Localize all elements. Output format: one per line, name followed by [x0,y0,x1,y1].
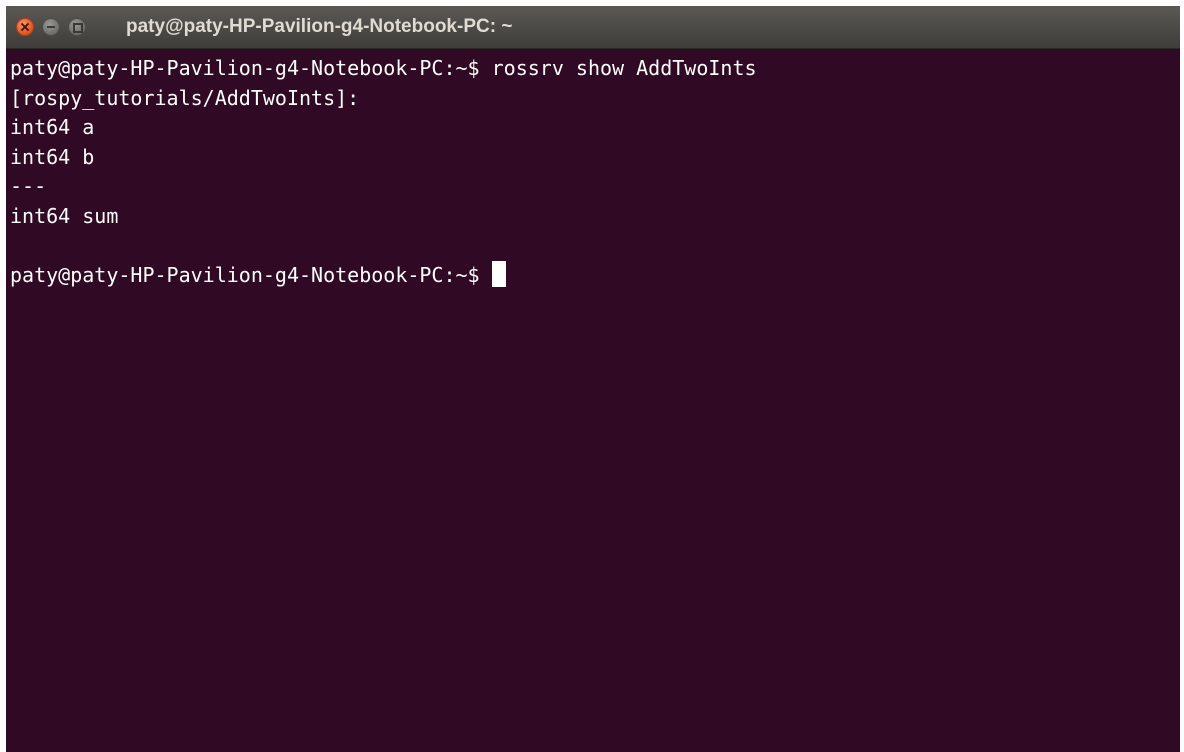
shell-prompt: paty@paty-HP-Pavilion-g4-Notebook-PC:~$ [10,262,492,287]
prompt-line[interactable]: paty@paty-HP-Pavilion-g4-Notebook-PC:~$ [10,260,1180,291]
terminal-line: int64 sum [10,203,119,228]
window-title: paty@paty-HP-Pavilion-g4-Notebook-PC: ~ [126,16,513,37]
minimize-button[interactable] [42,18,60,36]
maximize-button[interactable] [68,18,86,36]
terminal-line: paty@paty-HP-Pavilion-g4-Notebook-PC:~$ … [10,56,757,80]
close-button[interactable] [16,18,34,36]
terminal-output[interactable]: paty@paty-HP-Pavilion-g4-Notebook-PC:~$ … [10,54,1180,752]
screen-edge [1180,706,1184,752]
terminal-line: --- [10,174,47,198]
terminal-line: [rospy_tutorials/AddTwoInts]: [10,85,360,110]
text-cursor [491,260,506,287]
terminal-window: paty@paty-HP-Pavilion-g4-Notebook-PC: ~ … [6,6,1180,752]
terminal-line: int64 a [10,115,95,139]
terminal-line: int64 b [10,144,95,169]
title-bar[interactable]: paty@paty-HP-Pavilion-g4-Notebook-PC: ~ [6,6,1180,49]
